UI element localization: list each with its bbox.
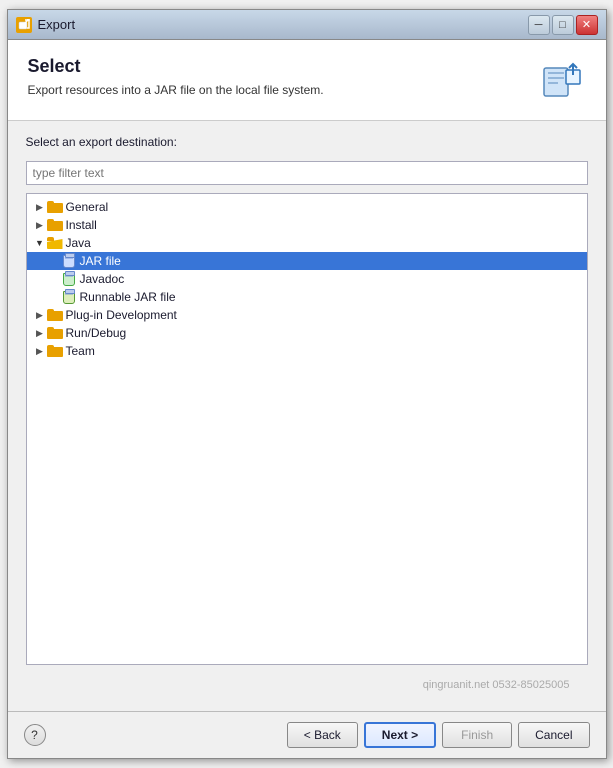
- expand-arrow-general[interactable]: ▶: [33, 200, 47, 214]
- next-button[interactable]: Next >: [364, 722, 436, 748]
- spacer-runnable: [33, 290, 47, 304]
- tree-item-label-team: Team: [66, 344, 95, 358]
- tree-item-install[interactable]: ▶ Install: [27, 216, 587, 234]
- tree-item-label-jar-file: JAR file: [80, 254, 121, 268]
- folder-icon-team: [47, 344, 63, 358]
- footer-left: ?: [24, 724, 46, 746]
- close-button[interactable]: ✕: [576, 15, 598, 35]
- tree-item-plugin-dev[interactable]: ▶ Plug-in Development: [27, 306, 587, 324]
- tree-item-team[interactable]: ▶ Team: [27, 342, 587, 360]
- folder-icon-plugin: [47, 308, 63, 322]
- cancel-button[interactable]: Cancel: [518, 722, 589, 748]
- expand-arrow-run-debug[interactable]: ▶: [33, 326, 47, 340]
- spacer-jar: [33, 254, 47, 268]
- tree-item-label-general: General: [66, 200, 109, 214]
- finish-button[interactable]: Finish: [442, 722, 512, 748]
- tree-item-label-javadoc: Javadoc: [80, 272, 125, 286]
- tree-item-label-java: Java: [66, 236, 91, 250]
- header-subtitle: Export resources into a JAR file on the …: [28, 83, 538, 97]
- tree-item-runnable-jar[interactable]: Runnable JAR file: [27, 288, 587, 306]
- footer: ? < Back Next > Finish Cancel: [8, 711, 606, 758]
- tree-item-jar-file[interactable]: JAR file: [27, 252, 587, 270]
- window-icon: [16, 17, 32, 33]
- tree-item-label-run-debug: Run/Debug: [66, 326, 127, 340]
- header-section: Select Export resources into a JAR file …: [8, 40, 606, 121]
- folder-icon-install: [47, 218, 63, 232]
- tree-item-label-runnable-jar: Runnable JAR file: [80, 290, 176, 304]
- minimize-button[interactable]: ─: [528, 15, 550, 35]
- tree-item-java[interactable]: ▼ Java: [27, 234, 587, 252]
- tree-item-label-install: Install: [66, 218, 97, 232]
- filter-input[interactable]: [26, 161, 588, 185]
- jar-icon: [61, 254, 77, 268]
- expand-arrow-java[interactable]: ▼: [33, 236, 47, 250]
- destination-label: Select an export destination:: [26, 135, 588, 149]
- title-controls: ─ □ ✕: [528, 15, 598, 35]
- folder-icon-run-debug: [47, 326, 63, 340]
- expand-arrow-team[interactable]: ▶: [33, 344, 47, 358]
- window-title: Export: [38, 17, 522, 32]
- expand-arrow-install[interactable]: ▶: [33, 218, 47, 232]
- export-window: Export ─ □ ✕ Select Export resources int…: [7, 9, 607, 759]
- footer-buttons: < Back Next > Finish Cancel: [287, 722, 590, 748]
- tree-item-run-debug[interactable]: ▶ Run/Debug: [27, 324, 587, 342]
- expand-arrow-plugin[interactable]: ▶: [33, 308, 47, 322]
- watermark: qingruanit.net 0532-85025005: [26, 673, 588, 697]
- help-button[interactable]: ?: [24, 724, 46, 746]
- tree-item-general[interactable]: ▶ General: [27, 198, 587, 216]
- tree-item-javadoc[interactable]: Javadoc: [27, 270, 587, 288]
- javadoc-icon: [61, 272, 77, 286]
- spacer-javadoc: [33, 272, 47, 286]
- title-bar: Export ─ □ ✕: [8, 10, 606, 40]
- back-button[interactable]: < Back: [287, 722, 358, 748]
- main-content: Select an export destination: ▶ General …: [8, 121, 606, 711]
- tree-container[interactable]: ▶ General ▶ Install: [26, 193, 588, 665]
- tree-item-label-plugin: Plug-in Development: [66, 308, 177, 322]
- content-area: Select Export resources into a JAR file …: [8, 40, 606, 758]
- folder-icon-general: [47, 200, 63, 214]
- header-title: Select: [28, 56, 538, 77]
- folder-icon-java: [47, 236, 63, 250]
- header-export-icon: [538, 56, 586, 104]
- header-text: Select Export resources into a JAR file …: [28, 56, 538, 97]
- runnable-jar-icon: [61, 290, 77, 304]
- maximize-button[interactable]: □: [552, 15, 574, 35]
